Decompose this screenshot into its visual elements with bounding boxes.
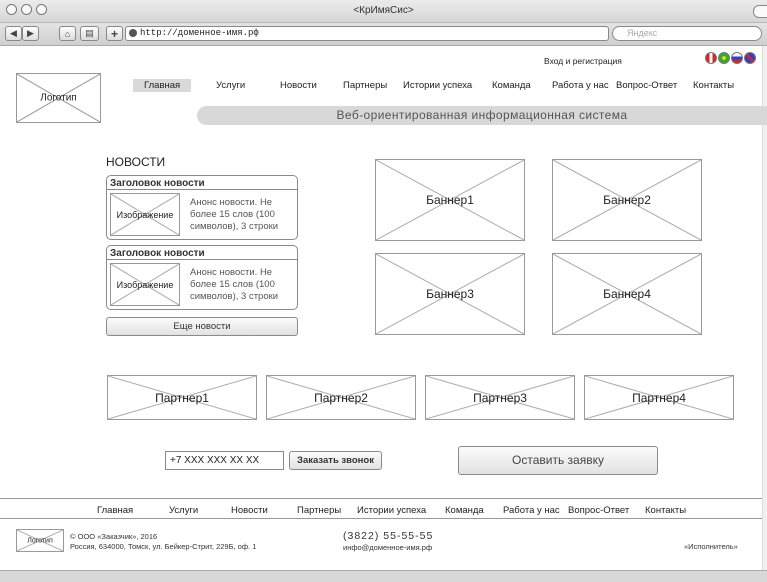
leave-request-button[interactable]: Оставить заявку [458,446,658,475]
browser-toolbar: ◀ ▶ ⌂ ▤ + http://доменное-имя.рф Яндекс [0,23,767,46]
footer-nav-home[interactable]: Главная [97,505,133,516]
news-image-placeholder: Изображение [110,193,180,236]
partner-label: Партнер3 [473,390,527,405]
footer-divider [0,498,762,499]
nav-item-careers[interactable]: Работа у нас [552,80,609,91]
logo-placeholder[interactable]: Логотип [16,73,101,123]
logo-label: Логотип [40,92,77,104]
banner-2[interactable]: Баннер2 [552,159,702,241]
flag-russia-icon[interactable] [731,52,743,64]
globe-icon [129,29,137,37]
partner-3[interactable]: Партнер3 [425,375,575,420]
banner-label: Баннер4 [603,287,651,301]
banner-1[interactable]: Баннер1 [375,159,525,241]
order-call-button[interactable]: Заказать звонок [289,451,382,470]
address-text: Россия, 634000, Томск, ул. Бейкер-Стрит,… [70,542,257,551]
banner-label: Баннер3 [426,287,474,301]
back-arrow-icon: ◀ [10,28,17,38]
footer-email[interactable]: инфо@доменное-имя.рф [343,542,433,553]
search-input[interactable]: Яндекс [612,26,762,41]
footer-contacts: (3822) 55-55-55 инфо@доменное-имя.рф [343,531,433,553]
more-news-button[interactable]: Еще новости [106,317,298,336]
toolbar-toggle-button[interactable] [753,5,767,18]
footer-nav-team[interactable]: Команда [445,505,484,516]
nav-item-contacts[interactable]: Контакты [693,80,734,91]
login-link[interactable]: Вход и регистрация [544,56,622,66]
flag-uk-icon[interactable] [744,52,756,64]
nav-item-news[interactable]: Новости [280,80,317,91]
news-heading[interactable]: Заголовок новости [110,178,205,189]
banner-label: Баннер1 [426,193,474,207]
partner-1[interactable]: Партнер1 [107,375,257,420]
footer-phone: (3822) 55-55-55 [343,530,434,542]
flag-canada-icon[interactable] [705,52,717,64]
footer-divider [0,518,762,519]
window-titlebar: <КрИмяСис> [0,0,767,23]
news-heading[interactable]: Заголовок новости [110,248,205,259]
news-announcement: Анонс новости. Не более 15 слов (100 симво… [190,267,279,302]
flag-brazil-icon[interactable] [718,52,730,64]
news-image-label: Изображение [116,279,174,290]
nav-item-partners[interactable]: Партнеры [343,80,387,91]
back-button[interactable]: ◀ [5,26,22,41]
partner-2[interactable]: Партнер2 [266,375,416,420]
executor-link[interactable]: «Исполнитель» [684,542,738,551]
plus-icon: + [110,26,118,41]
status-bar [0,570,767,582]
footer-company-info: © ООО «Заказчик», 2016 Россия, 634000, Т… [70,532,256,552]
window-title: <КрИмяСис> [353,5,414,16]
footer-nav-success-stories[interactable]: Истории успеха [357,505,426,516]
news-section-title: НОВОСТИ [106,155,166,169]
footer-nav-faq[interactable]: Вопрос-Ответ [568,505,629,516]
banner-label: Баннер2 [603,193,651,207]
banner-3[interactable]: Баннер3 [375,253,525,335]
nav-item-services[interactable]: Услуги [216,80,245,91]
partner-4[interactable]: Партнер4 [584,375,734,420]
forward-button[interactable]: ▶ [22,26,39,41]
nav-item-team[interactable]: Команда [492,80,531,91]
copyright-text: © ООО «Заказчик», 2016 [70,532,158,541]
nav-item-success-stories[interactable]: Истории успеха [403,80,472,91]
news-card[interactable]: Заголовок новости Изображение Анонс ново… [106,245,298,310]
footer-logo-placeholder[interactable]: Логотип [16,529,64,552]
partner-label: Партнер4 [632,390,686,405]
footer-nav-careers[interactable]: Работа у нас [503,505,560,516]
footer-nav-services[interactable]: Услуги [169,505,198,516]
home-icon: ⌂ [64,28,71,39]
home-button[interactable]: ⌂ [59,26,76,41]
banner-4[interactable]: Баннер4 [552,253,702,335]
bookmarks-button[interactable]: ▤ [80,26,99,41]
phone-input[interactable]: +7 XXX XXX XX XX [165,451,284,470]
nav-item-home[interactable]: Главная [133,79,192,92]
footer-logo-label: Логотип [27,537,53,544]
footer-nav-news[interactable]: Новости [231,505,268,516]
news-card[interactable]: Заголовок новости Изображение Анонс ново… [106,175,298,240]
address-bar[interactable]: http://доменное-имя.рф [125,26,609,41]
partner-label: Партнер2 [314,390,368,405]
news-image-placeholder: Изображение [110,263,180,306]
forward-arrow-icon: ▶ [27,28,34,38]
news-image-label: Изображение [116,209,174,220]
footer-nav-partners[interactable]: Партнеры [297,505,341,516]
slogan-bar: Веб-ориентированная информационная систе… [197,106,767,125]
add-bookmark-button[interactable]: + [106,26,123,41]
bookmarks-icon: ▤ [85,28,94,38]
news-announcement: Анонс новости. Не более 15 слов (100 симво… [190,197,279,232]
partner-label: Партнер1 [155,390,209,405]
nav-item-faq[interactable]: Вопрос-Ответ [616,80,677,91]
footer-nav-contacts[interactable]: Контакты [645,505,686,516]
